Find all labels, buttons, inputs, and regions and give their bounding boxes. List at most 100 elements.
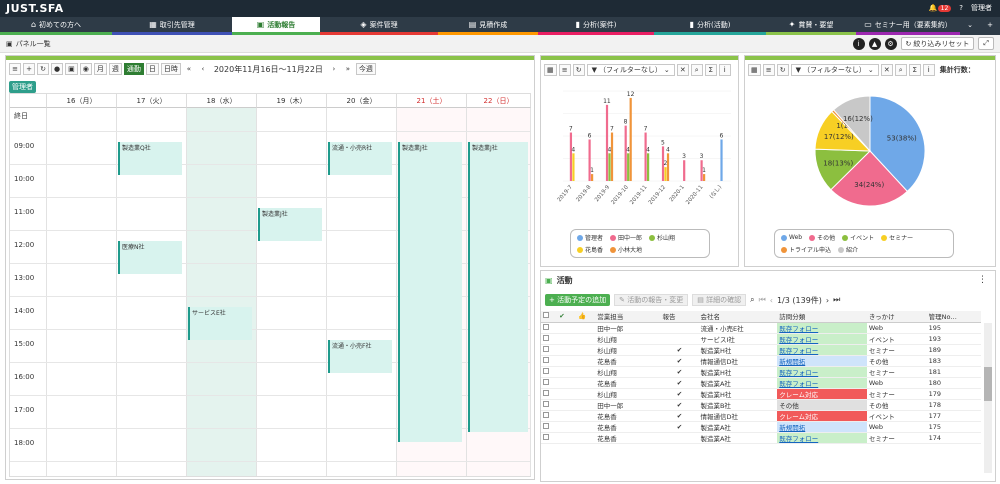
- row-checkbox-cell[interactable]: [541, 377, 558, 389]
- bar[interactable]: [683, 160, 686, 181]
- filter-dropdown[interactable]: ▼ （フィルターなし） ⌄: [790, 64, 879, 76]
- row-checkbox-cell[interactable]: [541, 388, 558, 400]
- tab-deals[interactable]: ◈ 案件管理: [320, 17, 438, 35]
- user-icon[interactable]: ●: [51, 63, 64, 75]
- checkbox[interactable]: [543, 389, 549, 396]
- detail-button[interactable]: ▤ 詳細の確認: [692, 294, 747, 306]
- tab-activity-report[interactable]: ▣ 活動報告: [232, 17, 320, 35]
- checkbox[interactable]: [543, 367, 549, 374]
- calendar-event[interactable]: 製造業J社: [468, 142, 528, 432]
- table-row[interactable]: 花島香 ✔ 製造業A社 既存フォロー Web 180: [541, 377, 981, 389]
- calendar-event[interactable]: 製造業J社: [258, 208, 322, 241]
- tab-analysis-deals[interactable]: ▮ 分析(案件): [538, 17, 654, 35]
- filter-dropdown[interactable]: ▼ （フィルターなし） ⌄: [586, 64, 675, 76]
- view-workweek[interactable]: 通勤: [123, 63, 144, 75]
- col-header[interactable]: きっかけ: [866, 311, 927, 323]
- legend-item[interactable]: その他: [809, 233, 835, 242]
- bar[interactable]: [664, 167, 667, 181]
- bar[interactable]: [588, 139, 591, 181]
- row-checkbox-cell[interactable]: [541, 421, 558, 433]
- expand-button[interactable]: ⤢: [978, 37, 994, 50]
- table-row[interactable]: 花島香 ✔ 製造業A社 新規開拓 Web 175: [541, 421, 981, 433]
- bar[interactable]: [627, 153, 630, 181]
- group-icon[interactable]: ◉: [79, 63, 92, 75]
- refresh-icon[interactable]: ↻: [776, 64, 789, 76]
- visit-type-label[interactable]: 新規開拓: [779, 358, 805, 366]
- table-row[interactable]: 花島香 ✔ 情報通信D社 新規開拓 その他 183: [541, 355, 981, 367]
- search-icon[interactable]: ⌕: [690, 64, 703, 76]
- next-double-icon[interactable]: »: [342, 63, 354, 75]
- visit-type-label[interactable]: クレーム対応: [779, 413, 818, 421]
- tab-seminar[interactable]: ▭ セミナー用（要素集約）: [856, 17, 960, 35]
- visit-type-label[interactable]: 新規開拓: [779, 424, 805, 432]
- legend-item[interactable]: Web: [781, 233, 802, 242]
- row-checkbox-cell[interactable]: [541, 399, 558, 411]
- legend-item[interactable]: 杉山翔: [649, 233, 675, 242]
- notification-icon[interactable]: 🔔 12: [929, 4, 952, 12]
- calendar-event[interactable]: 製造業Q社: [118, 142, 182, 175]
- bar[interactable]: [610, 132, 614, 181]
- search-icon[interactable]: ⌕: [750, 295, 754, 305]
- calendar-user-icon[interactable]: ▣: [65, 63, 78, 75]
- table-icon[interactable]: ▦: [748, 64, 761, 76]
- settings-icon[interactable]: ⚙: [884, 37, 897, 50]
- bell-icon[interactable]: ▲: [868, 37, 881, 50]
- table-row[interactable]: 田中一郎 ✔ 製造業B社 その他 その他 178: [541, 399, 981, 411]
- bar[interactable]: [591, 174, 594, 181]
- checkbox[interactable]: [543, 433, 549, 440]
- menu-icon[interactable]: ≡: [9, 63, 21, 75]
- visit-type-label[interactable]: 既存フォロー: [779, 325, 818, 333]
- legend-item[interactable]: 小林大地: [610, 245, 642, 254]
- prev-page-icon[interactable]: ‹: [770, 296, 773, 305]
- visit-type-label[interactable]: 既存フォロー: [779, 369, 818, 377]
- table-row[interactable]: 花島香 製造業A社 既存フォロー セミナー 174: [541, 432, 981, 444]
- row-checkbox-cell[interactable]: [541, 366, 558, 378]
- view-week[interactable]: 週: [108, 63, 122, 75]
- visit-type-label[interactable]: クレーム対応: [779, 391, 818, 399]
- clear-filter-icon[interactable]: ✕: [880, 64, 893, 76]
- row-checkbox-cell[interactable]: [541, 344, 558, 356]
- nav-add[interactable]: +: [980, 17, 1000, 35]
- calendar-event[interactable]: サービスE社: [188, 307, 252, 340]
- table-row[interactable]: 杉山翔 サービスI社 既存フォロー イベント 193: [541, 333, 981, 345]
- table-row[interactable]: 杉山翔 ✔ 製造業H社 クレーム対応 セミナー 179: [541, 388, 981, 400]
- legend-item[interactable]: 田中一郎: [610, 233, 642, 242]
- prev-double-icon[interactable]: «: [183, 63, 195, 75]
- bar[interactable]: [569, 132, 573, 181]
- bar[interactable]: [572, 153, 575, 181]
- col-header[interactable]: 会社名: [698, 311, 778, 323]
- checkbox[interactable]: [543, 411, 549, 418]
- info-icon[interactable]: i: [922, 64, 935, 76]
- bar[interactable]: [608, 153, 611, 181]
- prev-icon[interactable]: ‹: [197, 63, 209, 75]
- visit-type-label[interactable]: その他: [779, 402, 799, 410]
- tab-analysis-activity[interactable]: ▮ 分析(活動): [654, 17, 766, 35]
- menu-icon[interactable]: ≡: [762, 64, 775, 76]
- checkbox[interactable]: [543, 334, 549, 341]
- sum-icon[interactable]: Σ: [908, 64, 921, 76]
- calendar-event[interactable]: 製造業J社: [398, 142, 462, 442]
- row-checkbox-cell[interactable]: [541, 322, 558, 334]
- checkbox[interactable]: [543, 400, 549, 407]
- bar[interactable]: [644, 132, 647, 181]
- table-icon[interactable]: ▦: [544, 64, 557, 76]
- tab-praise-requests[interactable]: ✦ 賞賛・要望: [766, 17, 856, 35]
- visit-type-label[interactable]: 既存フォロー: [779, 380, 818, 388]
- row-checkbox-cell[interactable]: [541, 432, 558, 444]
- menu-icon[interactable]: ≡: [558, 64, 571, 76]
- report-activity-button[interactable]: ✎ 活動の報告・変更: [614, 294, 689, 306]
- plus-icon[interactable]: +: [23, 63, 35, 75]
- bar[interactable]: [720, 139, 723, 181]
- last-page-icon[interactable]: ⏭: [833, 295, 840, 305]
- nav-more[interactable]: ⌄: [960, 17, 980, 35]
- col-header[interactable]: 管理No…: [926, 311, 981, 323]
- row-checkbox-cell[interactable]: [541, 410, 558, 422]
- bar[interactable]: [605, 104, 609, 181]
- next-page-icon[interactable]: ›: [826, 296, 829, 305]
- calendar-event[interactable]: 流通・小売F社: [328, 340, 392, 373]
- tab-accounts[interactable]: ▦ 取引先管理: [112, 17, 232, 35]
- add-activity-button[interactable]: + 活動予定の追加: [545, 294, 611, 306]
- checkbox[interactable]: [543, 345, 549, 352]
- visit-type-label[interactable]: 既存フォロー: [779, 336, 818, 344]
- col-header[interactable]: 営業担当: [595, 311, 661, 323]
